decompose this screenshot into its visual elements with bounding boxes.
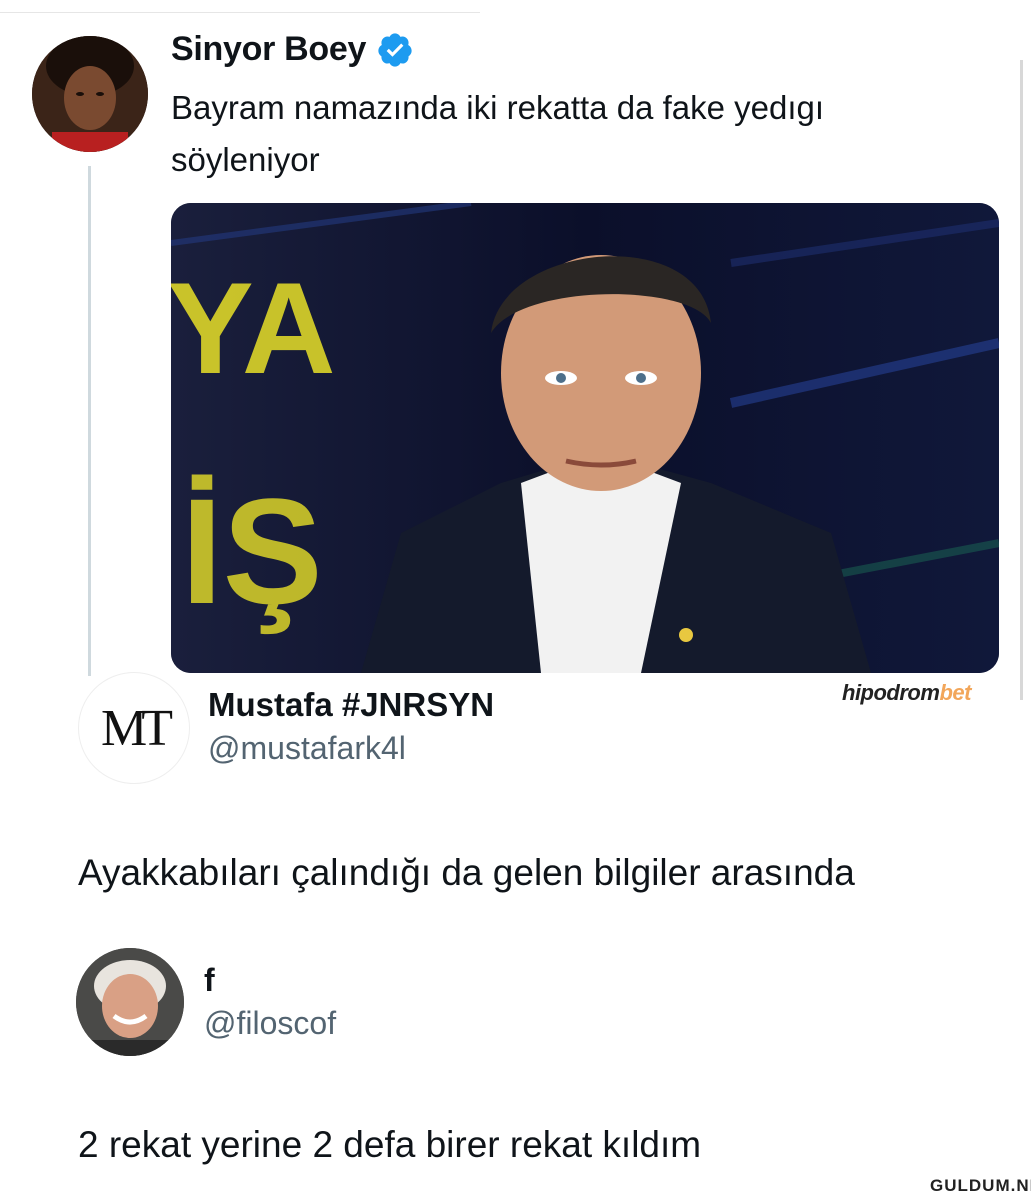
- photo-watermark-accent: bet: [939, 680, 971, 705]
- tweet1-text-line2: söyleniyor: [171, 141, 320, 178]
- photo-bg-letters-bottom: İŞ: [181, 467, 323, 635]
- top-divider: [0, 12, 480, 13]
- tweet3-text: 2 rekat yerine 2 defa birer rekat kıldım: [78, 1124, 702, 1165]
- photo-watermark: hipodrombet: [842, 680, 971, 706]
- avatar-initials: MT: [101, 699, 173, 757]
- thread-connector-line: [88, 166, 91, 676]
- tweet1-photo[interactable]: YA İŞ: [171, 203, 999, 673]
- tweet2-handle[interactable]: @mustafark4l: [208, 730, 406, 767]
- tweet1-text-line1: Bayram namazında iki rekatta da fake yed…: [171, 89, 825, 126]
- photo-bg-letters-top: YA: [171, 255, 336, 401]
- avatar-portrait-icon: [76, 948, 184, 1056]
- tweet2-author-name[interactable]: Mustafa #JNRSYN: [208, 686, 494, 724]
- tweet3-handle[interactable]: @filoscof: [204, 1005, 336, 1042]
- avatar-filoscof[interactable]: [76, 948, 184, 1056]
- avatar-portrait-icon: [32, 36, 148, 152]
- verified-badge-icon: [378, 32, 412, 67]
- avatar-sinyor-boey[interactable]: [32, 36, 148, 152]
- tweet3-author-name[interactable]: f: [204, 962, 215, 999]
- site-watermark: GULDUM.NET: [930, 1176, 1031, 1195]
- tweet1-author[interactable]: Sinyor Boey: [171, 30, 414, 69]
- tweet2-text: Ayakkabıları çalındığı da gelen bilgiler…: [78, 852, 855, 893]
- photo-watermark-main: hipodrom: [842, 680, 940, 705]
- avatar-mustafa[interactable]: MT: [78, 672, 190, 784]
- tweet1-author-name[interactable]: Sinyor Boey: [171, 30, 366, 69]
- tweet1-text: Bayram namazında iki rekatta da fake yed…: [171, 82, 991, 186]
- photo-man-in-suit: YA İŞ: [171, 203, 999, 673]
- right-edge-divider: [1020, 60, 1023, 700]
